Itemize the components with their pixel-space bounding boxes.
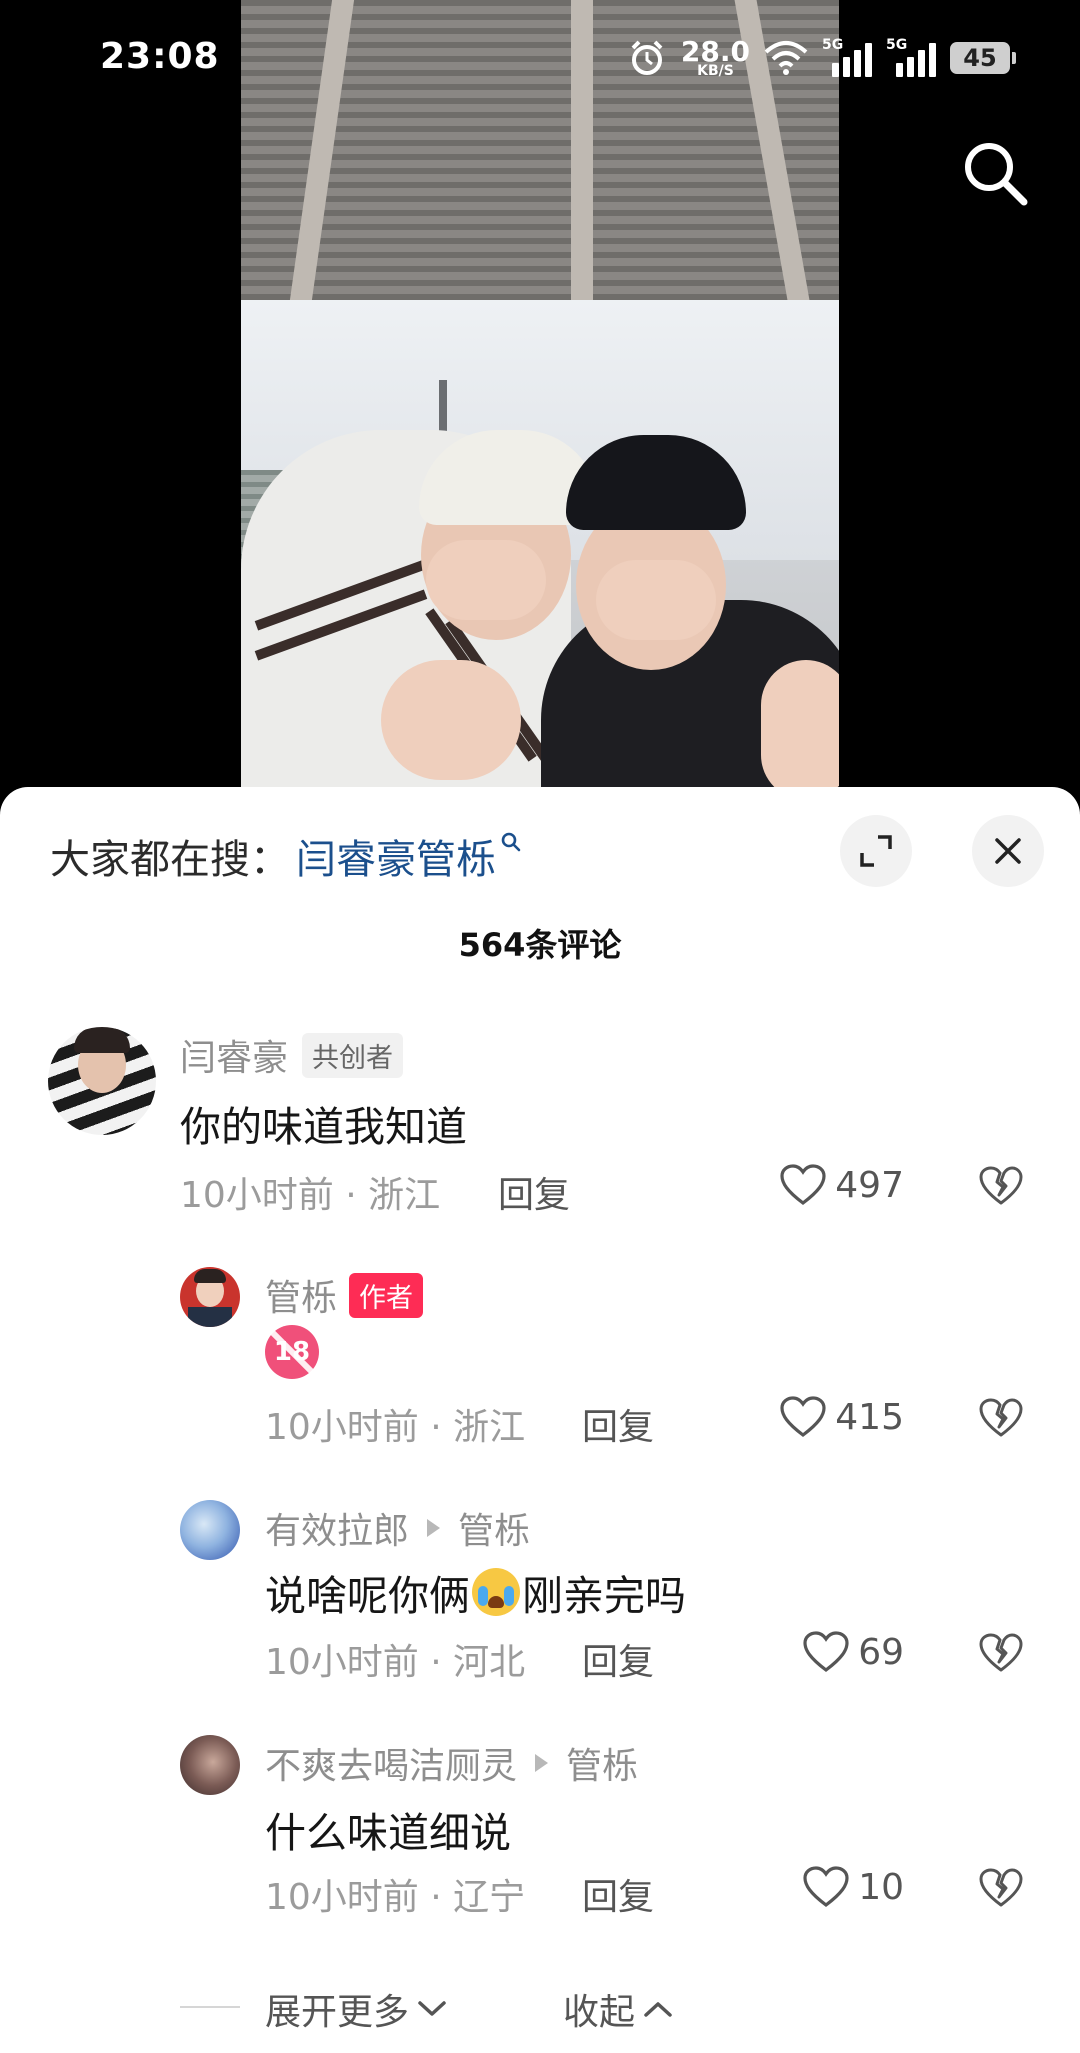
reply-time-location: 10小时前 · 辽宁 xyxy=(265,1877,526,1918)
reply-item: 不爽去喝洁厕灵 管栎 什么味道细说 10小时前 · 辽宁 回复 10 xyxy=(0,1735,1080,1935)
collapse-button[interactable]: 收起 xyxy=(563,1983,673,2035)
divider xyxy=(180,2006,240,2008)
network-type-2: 5G xyxy=(886,37,908,53)
search-icon[interactable] xyxy=(960,138,1030,208)
net-speed-value: 28.0 xyxy=(680,35,750,68)
close-icon xyxy=(995,838,1021,864)
network-type-1: 5G xyxy=(822,37,844,53)
net-speed: 28.0 KB/S xyxy=(680,35,750,79)
like-button[interactable]: 497 xyxy=(779,1163,904,1207)
small-search-icon xyxy=(501,832,521,852)
like-count: 415 xyxy=(835,1396,904,1438)
reply-button[interactable]: 回复 xyxy=(582,1868,654,1920)
close-button[interactable] xyxy=(972,815,1044,887)
like-button[interactable]: 10 xyxy=(802,1865,904,1909)
avatar[interactable] xyxy=(180,1735,240,1795)
reply-to-username[interactable]: 管栎 xyxy=(566,1737,638,1789)
comment-text: 你的味道我知道 xyxy=(180,1103,467,1151)
comment-item: 闫睿豪 共创者 你的味道我知道 10小时前 · 浙江 回复 497 xyxy=(0,1027,1080,1247)
reply-text-after: 刚亲完吗 xyxy=(522,1572,686,1620)
heart-icon xyxy=(803,1631,849,1673)
cell-signal-icon-2: 5G xyxy=(886,37,936,77)
net-speed-unit: KB/S xyxy=(697,63,734,79)
reply-item: 管栎 作者 18 10小时前 · 浙江 回复 415 xyxy=(0,1267,1080,1467)
like-count: 10 xyxy=(858,1866,904,1908)
reply-username[interactable]: 不爽去喝洁厕灵 xyxy=(265,1737,517,1789)
heart-icon xyxy=(803,1866,849,1908)
no-under-18-emoji-icon: 18 xyxy=(265,1325,319,1379)
fullscreen-button[interactable] xyxy=(840,815,912,887)
avatar[interactable] xyxy=(180,1500,240,1560)
like-button[interactable]: 415 xyxy=(779,1395,904,1439)
comment-username[interactable]: 闫睿豪 xyxy=(180,1029,288,1081)
replies-controls: 展开更多 收起 xyxy=(0,1977,1080,2037)
comment-time-location: 10小时前 · 浙江 xyxy=(180,1175,441,1216)
reply-time-location: 10小时前 · 浙江 xyxy=(265,1407,526,1448)
video-frame[interactable] xyxy=(241,0,839,800)
search-suggestion[interactable]: 大家都在搜： 闫睿豪管栎 xyxy=(50,827,522,885)
like-button[interactable]: 69 xyxy=(802,1630,904,1674)
like-count: 497 xyxy=(835,1164,904,1206)
broken-heart-icon[interactable] xyxy=(978,1632,1024,1674)
reply-text-before: 说啥呢你俩 xyxy=(265,1572,470,1620)
broken-heart-icon[interactable] xyxy=(978,1867,1024,1909)
chevron-down-icon xyxy=(418,2001,446,2016)
status-icons: 28.0 KB/S 5G 5G 45 xyxy=(627,35,1016,79)
status-bar: 23:08 28.0 KB/S 5G 5G 45 xyxy=(0,0,1080,120)
expand-more-label: 展开更多 xyxy=(265,1992,410,2033)
broken-heart-icon[interactable] xyxy=(978,1165,1024,1207)
expand-icon xyxy=(860,835,892,867)
expand-more-button[interactable]: 展开更多 xyxy=(265,1983,447,2035)
reply-button[interactable]: 回复 xyxy=(582,1633,654,1685)
like-count: 69 xyxy=(858,1631,904,1673)
reply-username[interactable]: 管栎 xyxy=(265,1269,337,1321)
collapse-label: 收起 xyxy=(563,1992,636,2033)
reply-username[interactable]: 有效拉郎 xyxy=(265,1502,409,1554)
comment-count: 564条评论 xyxy=(458,926,622,964)
status-time: 23:08 xyxy=(100,36,220,77)
chevron-up-icon xyxy=(644,2002,672,2017)
avatar[interactable] xyxy=(180,1267,240,1327)
reply-time-location: 10小时前 · 河北 xyxy=(265,1642,526,1683)
reply-button[interactable]: 回复 xyxy=(498,1166,570,1218)
reply-arrow-icon xyxy=(427,1519,441,1537)
heart-icon xyxy=(780,1396,826,1438)
suggestion-prefix: 大家都在搜： xyxy=(50,837,290,883)
heart-icon xyxy=(780,1164,826,1206)
author-badge: 作者 xyxy=(349,1272,424,1318)
comment-panel: 大家都在搜： 闫睿豪管栎 564条评论 闫睿豪 共创者 你的味道我知道 10小时… xyxy=(0,787,1080,2053)
wifi-icon xyxy=(764,41,808,75)
cell-signal-icon: 5G xyxy=(822,37,872,77)
alarm-icon xyxy=(631,40,663,75)
crying-face-emoji-icon xyxy=(472,1568,520,1616)
reply-button[interactable]: 回复 xyxy=(582,1398,654,1450)
avatar[interactable] xyxy=(48,1027,156,1135)
suggestion-keyword[interactable]: 闫睿豪管栎 xyxy=(296,827,496,885)
co-creator-badge: 共创者 xyxy=(302,1032,404,1078)
battery-icon: 45 xyxy=(950,42,1016,74)
reply-text: 什么味道细说 xyxy=(265,1809,511,1857)
broken-heart-icon[interactable] xyxy=(978,1397,1024,1439)
reply-item: 有效拉郎 管栎 说啥呢你俩 刚亲完吗 10小时前 · 河北 回复 69 xyxy=(0,1500,1080,1700)
reply-arrow-icon xyxy=(535,1754,549,1772)
reply-to-username[interactable]: 管栎 xyxy=(458,1502,530,1554)
